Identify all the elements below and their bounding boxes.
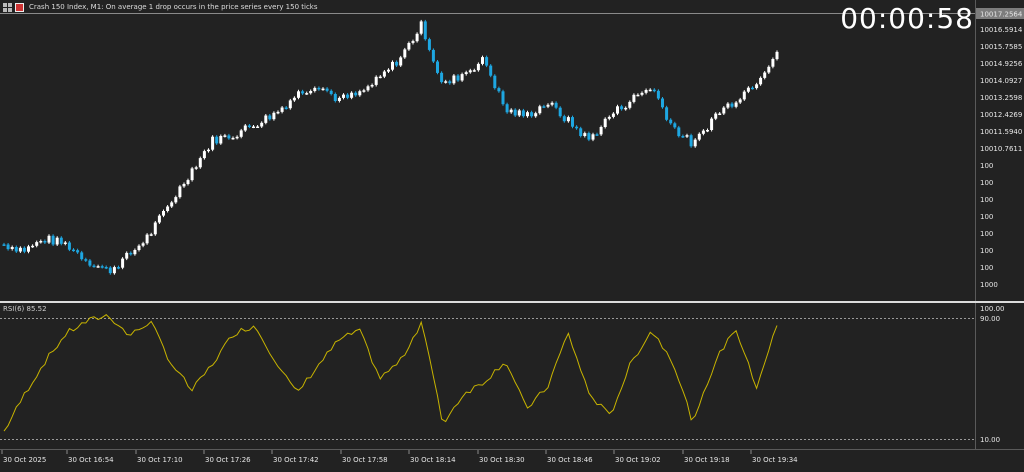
- chart-canvas[interactable]: 10017.2564 10016.5914 10015.7585 10014.9…: [0, 0, 1024, 468]
- chart-window[interactable]: 10017.2564 10016.5914 10015.7585 10014.9…: [0, 0, 1024, 468]
- time-label: 30 Oct 19:18: [684, 456, 730, 464]
- price-label: 10014.0927: [980, 77, 1022, 85]
- time-label: 30 Oct 2025: [3, 456, 46, 464]
- flag-icon[interactable]: [15, 2, 24, 12]
- time-label: 30 Oct 19:34: [752, 456, 798, 464]
- price-label: 100: [980, 162, 993, 170]
- price-label: 10013.2598: [980, 94, 1022, 102]
- time-label: 30 Oct 19:02: [615, 456, 661, 464]
- price-label: 10016.5914: [980, 26, 1023, 34]
- price-label: 100: [980, 213, 993, 221]
- time-label: 30 Oct 18:30: [479, 456, 525, 464]
- rsi-level-label: 100.00: [980, 305, 1005, 313]
- time-label: 30 Oct 16:54: [68, 456, 114, 464]
- price-label: 100: [980, 247, 993, 255]
- time-label: 30 Oct 17:26: [205, 456, 251, 464]
- rsi-level-label: 10.00: [980, 436, 1000, 444]
- countdown-timer: 00:00:58: [840, 2, 974, 35]
- time-label: 30 Oct 18:46: [547, 456, 593, 464]
- time-label: 30 Oct 17:58: [342, 456, 388, 464]
- chart-title: Crash 150 Index, M1: On average 1 drop o…: [29, 3, 318, 11]
- time-label: 30 Oct 18:14: [410, 456, 456, 464]
- time-label: 30 Oct 17:10: [137, 456, 183, 464]
- price-label: 10011.5940: [980, 128, 1022, 136]
- price-label: 10015.7585: [980, 43, 1022, 51]
- price-label: 100: [980, 264, 993, 272]
- price-label: 100: [980, 179, 993, 187]
- price-label: 100: [980, 230, 993, 238]
- rsi-level-label: 90.00: [980, 315, 1000, 323]
- price-label: 10010.7611: [980, 145, 1022, 153]
- price-label: 100: [980, 196, 993, 204]
- chart-header: Crash 150 Index, M1: On average 1 drop o…: [0, 0, 318, 14]
- rsi-indicator-label: RSI(6) 85.52: [3, 305, 47, 313]
- chart-grid-icon[interactable]: [3, 2, 12, 12]
- price-label: 10014.9256: [980, 60, 1023, 68]
- price-label: 1000: [980, 281, 998, 289]
- time-label: 30 Oct 17:42: [273, 456, 319, 464]
- chart-background: [0, 0, 1024, 468]
- current-price-label: 10017.2564: [980, 11, 1023, 19]
- price-label: 10012.4269: [980, 111, 1022, 119]
